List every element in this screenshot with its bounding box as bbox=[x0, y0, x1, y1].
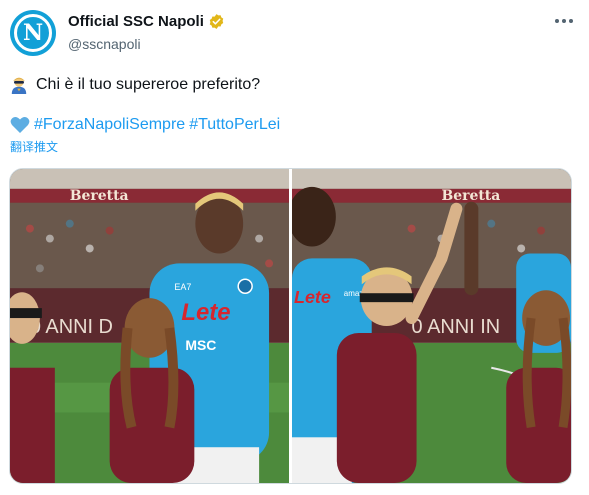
display-name[interactable]: Official SSC Napoli bbox=[68, 13, 204, 30]
hashtag-link[interactable]: #TuttoPerLei bbox=[189, 116, 280, 134]
more-dot bbox=[569, 19, 573, 23]
more-dot bbox=[562, 19, 566, 23]
avatar-letter: N bbox=[22, 20, 44, 46]
verified-badge-icon bbox=[209, 14, 224, 29]
handle[interactable]: @sscnapoli bbox=[68, 36, 141, 52]
blue-heart-emoji-icon bbox=[10, 117, 30, 133]
board-text: 0 ANNI IN bbox=[412, 316, 501, 338]
tweet-question: Chi è il tuo supereroe preferito? bbox=[36, 76, 261, 93]
translate-tweet-link[interactable]: 翻译推文 bbox=[10, 138, 58, 155]
photo-left-image: Beretta 0 ANNI D Lete MSC EA7 bbox=[10, 169, 289, 483]
superhero-emoji-icon bbox=[11, 77, 27, 94]
shirt-sponsor: Lete bbox=[294, 287, 331, 307]
photo-left[interactable]: Beretta 0 ANNI D Lete MSC EA7 bbox=[10, 169, 289, 483]
tweet-line-1: Chi è il tuo supereroe preferito? bbox=[10, 76, 260, 94]
shirt-sponsor: Lete bbox=[181, 299, 230, 326]
photo-right-image: Beretta 0 ANNI IN Lete amazon bbox=[292, 169, 571, 483]
avatar[interactable]: N bbox=[10, 10, 56, 56]
hashtag-link[interactable]: #ForzaNapoliSempre bbox=[34, 116, 185, 134]
tweet-line-2: #ForzaNapoliSempre #TuttoPerLei bbox=[10, 116, 280, 134]
more-options-icon[interactable] bbox=[555, 14, 575, 28]
shirt-sub-sponsor: MSC bbox=[185, 337, 216, 353]
photo-right[interactable]: Beretta 0 ANNI IN Lete amazon bbox=[292, 169, 571, 483]
sponsor-board-text: Beretta bbox=[70, 188, 129, 204]
sponsor-board-text: Beretta bbox=[441, 188, 500, 204]
more-dot bbox=[555, 19, 559, 23]
board-text: 0 ANNI D bbox=[30, 316, 113, 338]
napoli-logo-icon: N bbox=[14, 14, 52, 52]
author-name-row[interactable]: Official SSC Napoli bbox=[68, 13, 225, 30]
shirt-brand: EA7 bbox=[174, 282, 191, 292]
media-grid[interactable]: Beretta 0 ANNI D Lete MSC EA7 Beretta 0 … bbox=[9, 168, 572, 484]
